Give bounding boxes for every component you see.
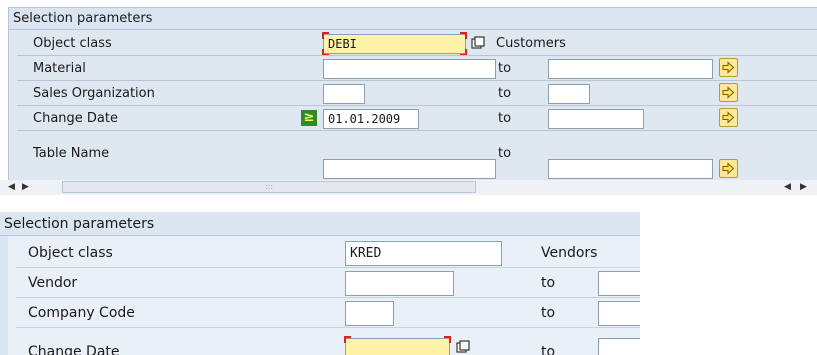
scroll-right-icon-right[interactable]: ▶ [800, 180, 807, 195]
row-sales-organization: Sales Organization to [9, 81, 817, 106]
scroll-left-icon-right[interactable]: ◀ [784, 180, 791, 195]
value-help-icon[interactable] [456, 340, 470, 354]
label-vendor: Vendor [28, 275, 78, 291]
row-object-class: Object class KRED Vendors [8, 238, 640, 268]
vendor-to-label: to [541, 275, 556, 291]
row-object-class: Object class DEBI Customers [9, 31, 817, 56]
table-name-to-input[interactable] [548, 159, 713, 179]
change-date-to-input[interactable] [598, 338, 640, 355]
label-company-code: Company Code [28, 305, 135, 321]
change-date-to-label: to [541, 344, 556, 355]
label-change-date: Change Date [33, 111, 118, 126]
label-object-class: Object class [28, 245, 113, 261]
object-class-description: Customers [496, 36, 566, 51]
sales-org-to-input[interactable] [548, 84, 590, 104]
row-vendor: Vendor to [8, 268, 640, 298]
sales-org-to-label: to [498, 86, 512, 101]
company-code-from-input[interactable] [345, 301, 394, 326]
change-date-to-label: to [498, 111, 512, 126]
object-class-value: KRED [350, 246, 382, 261]
material-to-input[interactable] [548, 59, 713, 79]
change-date-multiple-selection-button[interactable] [719, 108, 738, 127]
object-class-input[interactable]: DEBI [322, 32, 467, 56]
label-table-name: Table Name [33, 146, 110, 161]
scroll-left-icon[interactable]: ◀ [8, 180, 15, 195]
block-title: Selection parameters [9, 8, 817, 30]
scroll-thumb[interactable]: ::: [62, 181, 476, 193]
value-help-icon[interactable] [471, 36, 485, 50]
horizontal-scrollbar[interactable]: ◀ ▶ ::: ◀ ▶ [0, 180, 817, 195]
scroll-grip: ::: [264, 182, 274, 191]
change-date-from-input[interactable] [344, 336, 451, 355]
sales-org-from-input[interactable] [323, 84, 365, 104]
object-class-value: DEBI [328, 37, 357, 51]
label-object-class: Object class [33, 36, 112, 51]
label-material: Material [33, 61, 86, 76]
selection-parameters-block: Object class KRED Vendors Vendor to Comp… [8, 236, 640, 355]
multiple-selection-arrow-icon [722, 61, 735, 74]
label-change-date: Change Date [28, 344, 120, 355]
company-code-to-label: to [541, 305, 556, 321]
vendor-to-input[interactable] [598, 271, 640, 296]
block-title: Selection parameters [0, 212, 640, 236]
material-multiple-selection-button[interactable] [719, 58, 738, 77]
table-name-to-label: to [498, 146, 512, 161]
object-class-input[interactable]: KRED [345, 241, 502, 266]
row-change-date: Change Date to [8, 328, 640, 355]
table-name-from-input[interactable] [323, 159, 496, 179]
table-name-multiple-selection-button[interactable] [719, 159, 738, 178]
row-material: Material to [9, 56, 817, 81]
row-table-name: Table Name to [9, 131, 817, 179]
row-change-date: Change Date ≥ 01.01.2009 to [9, 106, 817, 131]
change-date-to-input[interactable] [548, 109, 644, 129]
scroll-right-icon[interactable]: ▶ [22, 180, 29, 195]
change-date-from-input[interactable]: 01.01.2009 [323, 109, 419, 129]
material-from-input[interactable] [323, 59, 496, 79]
selection-parameters-block: Selection parameters Object class DEBI C… [8, 7, 817, 181]
multiple-selection-arrow-icon [722, 86, 735, 99]
company-code-to-input[interactable] [598, 301, 640, 326]
object-class-description: Vendors [541, 245, 598, 261]
selection-screen-top: Selection parameters Object class DEBI C… [0, 0, 817, 200]
change-date-value: 01.01.2009 [328, 112, 401, 126]
sales-org-multiple-selection-button[interactable] [719, 83, 738, 102]
multiple-selection-arrow-icon [722, 111, 735, 124]
row-company-code: Company Code to [8, 298, 640, 328]
label-sales-organization: Sales Organization [33, 86, 155, 101]
vendor-from-input[interactable] [345, 271, 454, 296]
material-to-label: to [498, 61, 512, 76]
greater-equal-icon[interactable]: ≥ [301, 110, 317, 126]
selection-screen-bottom: Selection parameters Object class KRED V… [0, 212, 640, 355]
multiple-selection-arrow-icon [722, 162, 735, 175]
